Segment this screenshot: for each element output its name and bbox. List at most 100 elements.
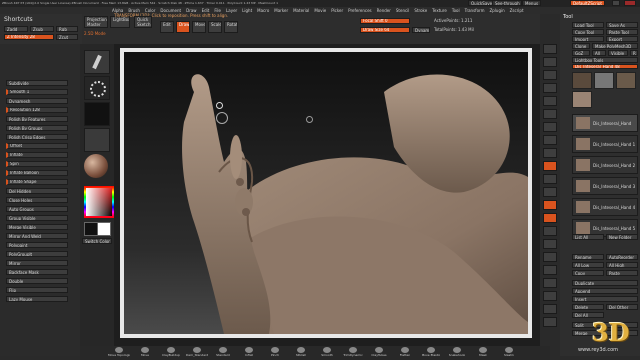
close-button[interactable] (624, 0, 636, 6)
left-item-backface-mask[interactable]: Backface Mask (6, 269, 68, 275)
minimize-button[interactable] (612, 0, 620, 6)
menu-stencil[interactable]: Stencil (396, 8, 410, 13)
brush-pinch[interactable]: Pinch (264, 346, 286, 357)
canvas-frame[interactable] (120, 48, 532, 338)
transpose-circle[interactable] (216, 102, 223, 109)
shelf-icon[interactable] (543, 57, 557, 67)
shelf-icon[interactable] (543, 317, 557, 327)
shelf-icon[interactable] (543, 109, 557, 119)
rgb-button[interactable]: Rgb (56, 26, 78, 32)
append-button[interactable]: Append (572, 288, 638, 294)
shelf-icon[interactable] (543, 239, 557, 249)
auto-reorder-button[interactable]: AutoReorder (606, 254, 638, 260)
document-canvas[interactable] (124, 52, 528, 334)
brush-standard[interactable]: Standard (212, 346, 234, 357)
main-color-swatch[interactable] (84, 222, 98, 236)
menu-transform[interactable]: Transform (465, 8, 485, 13)
left-item-polish-crisp-edges[interactable]: Polish Crisp Edges (6, 134, 68, 140)
copy-tool-button[interactable]: Copy Tool (572, 29, 604, 35)
subtool-row[interactable]: Dis_Inteseral_Hand 3 (572, 177, 638, 195)
brush-dam-standard[interactable]: Dam_Standard (186, 346, 208, 357)
paste-tool-button[interactable]: Paste Tool (606, 29, 638, 35)
move-button[interactable]: Move (192, 21, 206, 33)
load-tool-button[interactable]: Load Tool (572, 22, 604, 28)
left-item-smooth-1[interactable]: Smooth 1 (6, 89, 68, 95)
color-picker[interactable] (84, 186, 114, 218)
brush-icon[interactable] (84, 50, 110, 74)
clone-button[interactable]: Clone (572, 43, 590, 49)
left-item-flip[interactable]: Flip (6, 287, 68, 293)
lightbox-tools-button[interactable]: Lightbox Tools (572, 57, 638, 63)
subtool-row[interactable]: Dis_Inteseral_Hand 1 (572, 135, 638, 153)
brush-snakehook[interactable]: Snakehook (446, 346, 468, 357)
draw-button[interactable]: Draw (176, 21, 190, 33)
current-tool-name[interactable]: Dis_Inteseral_Hand 48 (572, 64, 638, 69)
left-item-mirror-and-weld[interactable]: Mirror And Weld (6, 233, 68, 239)
left-item-group-visible[interactable]: Group Visible (6, 215, 68, 221)
brush-mask[interactable]: Mask (472, 346, 494, 357)
shelf-icon[interactable] (543, 252, 557, 262)
visible-button[interactable]: Visible (608, 50, 628, 56)
brush-slash1[interactable]: Slash1 (498, 346, 520, 357)
subtool-row[interactable]: Dis_Inteseral_Hand 2 (572, 156, 638, 174)
shelf-icon[interactable] (543, 96, 557, 106)
list-all-button[interactable]: List All (572, 234, 604, 240)
projection-master-button[interactable]: Projection Master (84, 16, 108, 28)
save-as-button[interactable]: Save As (606, 22, 638, 28)
r-button[interactable]: R (630, 50, 638, 56)
menu-render[interactable]: Render (377, 8, 391, 13)
delete-button[interactable]: Delete (572, 304, 604, 310)
left-item-double[interactable]: Double (6, 278, 68, 284)
left-item-del-hidden[interactable]: Del Hidden (6, 188, 68, 194)
menu-picker[interactable]: Picker (331, 8, 343, 13)
shelf-icon[interactable] (543, 161, 557, 171)
left-item-spin[interactable]: Spin (6, 161, 68, 167)
tool-thumbnail-3[interactable] (616, 72, 636, 89)
left-item-polish-by-features[interactable]: Polish By Features (6, 116, 68, 122)
brush-inflat[interactable]: Inflat (238, 346, 260, 357)
z-intensity-slider[interactable]: Z Intensity 28 (4, 34, 54, 40)
left-item-inflate-shape[interactable]: Inflate Shape (6, 179, 68, 185)
menu-zscript[interactable]: Zscript (510, 8, 524, 13)
left-item-offset[interactable]: Offset (6, 143, 68, 149)
shelf-icon[interactable] (543, 291, 557, 301)
texture-icon[interactable] (84, 128, 110, 152)
sculpt-model[interactable] (124, 52, 528, 334)
rotate-button[interactable]: Rotate (224, 21, 238, 33)
all-high-button[interactable]: All High (606, 262, 638, 268)
insert-button[interactable]: Insert (572, 296, 638, 302)
edit-button[interactable]: Edit (160, 21, 174, 33)
left-item-polygroupit[interactable]: PolyGroupIt (6, 251, 68, 257)
menu-stroke[interactable]: Stroke (414, 8, 427, 13)
brush-smooth[interactable]: Smooth (316, 346, 338, 357)
shelf-icon[interactable] (543, 148, 557, 158)
quick-sketch-button[interactable]: Quick Sketch (134, 16, 152, 28)
left-item-close-holes[interactable]: Close Holes (6, 197, 68, 203)
menu-macro[interactable]: Macro (257, 8, 269, 13)
secondary-color-swatch[interactable] (97, 222, 111, 236)
make-polymesh-button[interactable]: Make PolyMesh3D (592, 43, 638, 49)
menu-material[interactable]: Material (293, 8, 309, 13)
shelf-icon[interactable] (543, 278, 557, 288)
shelf-icon[interactable] (543, 226, 557, 236)
rename-button[interactable]: Rename (572, 254, 604, 260)
shelf-icon[interactable] (543, 135, 557, 145)
zcut-button[interactable]: Zcut (56, 34, 78, 40)
menu-zplugin[interactable]: Zplugin (490, 8, 505, 13)
tool-thumbnail-2[interactable] (594, 72, 614, 89)
copy-button[interactable]: Copy (572, 270, 604, 276)
brush-trimdynamic[interactable]: TrimDynamic (342, 346, 364, 357)
brush-move-topological[interactable]: Move Topological (108, 346, 130, 357)
tool-thumbnail-1[interactable] (572, 72, 592, 89)
left-item-subdivide[interactable]: Subdivide (6, 80, 68, 86)
viewport[interactable] (114, 44, 540, 346)
focal-shift-slider[interactable]: Focal Shift 0 (360, 18, 410, 24)
left-item-merge-visible[interactable]: Merge Visible (6, 224, 68, 230)
shelf-icon[interactable] (543, 122, 557, 132)
brush-claytubes[interactable]: ClayTubes (368, 346, 390, 357)
zsub-button[interactable]: Zsub (30, 26, 54, 32)
shelf-icon[interactable] (543, 44, 557, 54)
brush-claybuildup[interactable]: ClayBuildup (160, 346, 182, 357)
left-item-mirror[interactable]: Mirror (6, 260, 68, 266)
left-item-inflate-balloon[interactable]: Inflate Balloon (6, 170, 68, 176)
